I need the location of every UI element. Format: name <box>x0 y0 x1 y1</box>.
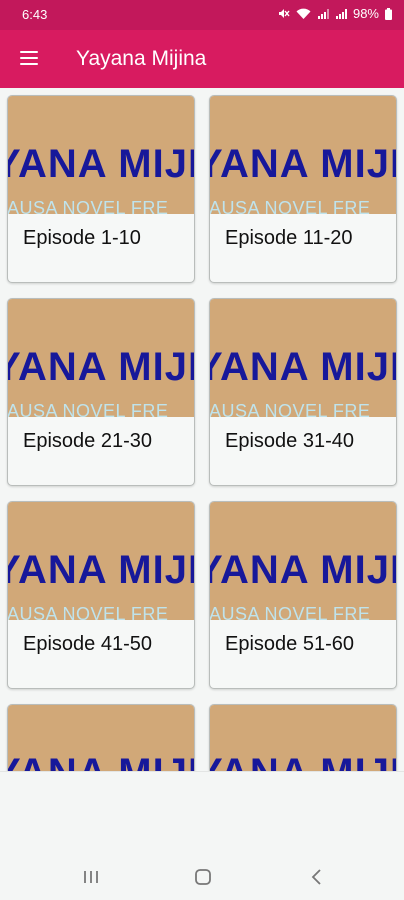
episode-label: Episode 21-30 <box>23 430 152 452</box>
wifi-icon <box>296 8 311 19</box>
episode-cover-image: YANA MIJI AUSA NOVEL FRE <box>8 96 194 214</box>
episode-card[interactable]: YANA MIJI AUSA NOVEL FRE Episode 11-20 <box>209 95 397 283</box>
back-icon[interactable] <box>305 865 329 889</box>
episode-card[interactable]: YANA MIJI AUSA NOVEL FRE Episode 21-30 <box>7 298 195 486</box>
episode-cover-image: YANA MIJI AUSA NOVEL FRE <box>210 705 396 771</box>
signal-icon <box>317 8 329 19</box>
episode-card[interactable]: YANA MIJI AUSA NOVEL FRE Episode 1-10 <box>7 95 195 283</box>
cover-title: YANA MIJI <box>210 751 396 771</box>
cover-subtitle: AUSA NOVEL FRE <box>8 198 169 214</box>
episode-label: Episode 41-50 <box>23 633 152 655</box>
episode-cover-image: YANA MIJI AUSA NOVEL FRE <box>210 299 396 417</box>
cover-subtitle: AUSA NOVEL FRE <box>8 604 169 620</box>
cover-subtitle: AUSA NOVEL FRE <box>210 401 371 417</box>
navigation-bar <box>0 853 404 900</box>
cover-title: YANA MIJI <box>8 751 194 771</box>
status-icons: 98% <box>277 6 392 21</box>
episode-cover-image: YANA MIJI AUSA NOVEL FRE <box>210 96 396 214</box>
cover-title: YANA MIJI <box>210 142 396 186</box>
episode-label: Episode 31-40 <box>225 430 354 452</box>
episode-cover-image: YANA MIJI AUSA NOVEL FRE <box>8 705 194 771</box>
cover-title: YANA MIJI <box>8 548 194 592</box>
episode-label: Episode 1-10 <box>23 227 141 249</box>
mute-icon <box>278 9 290 18</box>
episode-card[interactable]: YANA MIJI AUSA NOVEL FRE Episode 31-40 <box>209 298 397 486</box>
episode-cover-image: YANA MIJI AUSA NOVEL FRE <box>8 299 194 417</box>
status-time: 6:43 <box>22 7 48 22</box>
status-bar: 6:43 98% <box>0 0 404 30</box>
home-icon[interactable] <box>191 865 215 889</box>
episode-grid: YANA MIJI AUSA NOVEL FRE Episode 1-10 YA… <box>0 88 404 771</box>
battery-percent: 98% <box>352 6 379 21</box>
episode-card[interactable]: YANA MIJI AUSA NOVEL FRE <box>7 704 195 771</box>
cover-title: YANA MIJI <box>210 548 396 592</box>
episode-card[interactable]: YANA MIJI AUSA NOVEL FRE <box>209 704 397 771</box>
cover-title: YANA MIJI <box>210 345 396 389</box>
battery-icon <box>385 7 392 20</box>
cover-subtitle: AUSA NOVEL FRE <box>210 604 371 620</box>
hamburger-menu-icon[interactable] <box>20 51 38 65</box>
episode-card[interactable]: YANA MIJI AUSA NOVEL FRE Episode 51-60 <box>209 501 397 689</box>
app-bar: Yayana Mijina <box>0 30 404 88</box>
recent-apps-icon[interactable] <box>79 865 103 889</box>
bottom-area <box>0 771 404 854</box>
cover-title: YANA MIJI <box>8 142 194 186</box>
episode-card[interactable]: YANA MIJI AUSA NOVEL FRE Episode 41-50 <box>7 501 195 689</box>
episode-cover-image: YANA MIJI AUSA NOVEL FRE <box>210 502 396 620</box>
cover-subtitle: AUSA NOVEL FRE <box>210 198 371 214</box>
episode-label: Episode 11-20 <box>225 227 353 249</box>
signal-icon <box>335 8 347 19</box>
episode-label: Episode 51-60 <box>225 633 354 655</box>
app-title: Yayana Mijina <box>76 47 207 70</box>
cover-title: YANA MIJI <box>8 345 194 389</box>
cover-subtitle: AUSA NOVEL FRE <box>8 401 169 417</box>
episode-cover-image: YANA MIJI AUSA NOVEL FRE <box>8 502 194 620</box>
